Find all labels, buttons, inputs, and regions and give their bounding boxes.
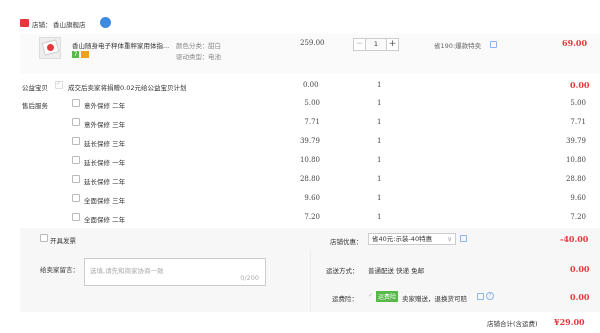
message-label: 给卖家留言： (40, 266, 79, 274)
service-item-checkbox[interactable] (72, 175, 80, 183)
service-item-price: 7.20 (304, 213, 320, 221)
service-item-name: 全面保修 二年 (84, 216, 126, 224)
service-item-checkbox[interactable] (72, 194, 80, 202)
charity-subtotal: 0.00 (570, 80, 590, 90)
service-item-subtotal: 7.20 (570, 213, 586, 221)
discount-amount: -40.00 (560, 234, 589, 244)
service-item-qty: 1 (377, 137, 382, 145)
service-item-subtotal: 39.79 (565, 137, 586, 145)
service-item-subtotal: 28.80 (565, 175, 586, 183)
shipping-amount: 0.00 (570, 264, 590, 274)
product-price: 259.00 (300, 39, 325, 47)
service-item-qty: 1 (377, 175, 382, 183)
service-item-subtotal: 7.71 (570, 118, 586, 126)
message-placeholder: 选填,请先和商家协商一致 (90, 267, 164, 275)
attr2-value: 电池 (208, 53, 221, 61)
product-thumbnail[interactable] (39, 37, 61, 59)
shipping-label: 运送方式： (326, 267, 359, 275)
wangwang-chat-icon[interactable] (100, 17, 111, 28)
promo-text: 省190:爆款特卖 (434, 42, 482, 50)
attr1-label: 颜色分类： (176, 42, 209, 50)
message-counter: 0/200 (240, 274, 259, 282)
invoice-checkbox[interactable] (40, 234, 48, 242)
charity-qty: 1 (377, 81, 382, 89)
invoice-band (20, 228, 600, 250)
seven-day-return-icon: 7 (72, 51, 79, 58)
service-item-qty: 1 (377, 194, 382, 202)
service-item-price: 9.60 (304, 194, 320, 202)
charity-label: 公益宝贝 (22, 84, 48, 92)
service-item-checkbox[interactable] (72, 137, 80, 145)
store-icon (20, 19, 29, 27)
quantity-increase-button[interactable]: + (386, 38, 399, 51)
service-item-name: 延长保修 一年 (84, 159, 126, 167)
shipping-value: 普通配送 快递 免邮 (368, 267, 425, 275)
service-item-price: 39.79 (299, 137, 320, 145)
service-item-price: 10.80 (299, 156, 320, 164)
attr2-label: 驱动类型： (176, 53, 209, 61)
service-item-qty: 1 (377, 118, 382, 126)
store-name[interactable]: 香山旗舰店 (53, 19, 86, 29)
promo-info-icon[interactable] (490, 41, 497, 48)
insurance-checkmark-icon: ✓ (368, 292, 374, 299)
insurance-info-icon[interactable] (477, 293, 484, 300)
service-item-name: 延长保修 三年 (84, 140, 126, 148)
discount-select-value: 省40元:示装-40特惠 (372, 235, 433, 243)
service-label: 售后服务 (22, 102, 48, 110)
service-item-qty: 1 (377, 99, 382, 107)
service-item-price: 7.71 (304, 118, 320, 126)
insurance-label: 运费险： (332, 295, 358, 303)
service-item-checkbox[interactable] (72, 99, 80, 107)
service-item-qty: 1 (377, 213, 382, 221)
charity-price: 0.00 (303, 81, 319, 89)
insurance-amount: 0.00 (570, 292, 590, 302)
service-item-checkbox[interactable] (72, 156, 80, 164)
service-item-price: 5.00 (304, 99, 320, 107)
service-item-name: 意外保修 二年 (84, 102, 126, 110)
help-icon[interactable]: ? (486, 292, 494, 300)
discount-select[interactable]: 省40元:示装-40特惠 ∨ (368, 233, 456, 245)
quantity-decrease-button[interactable]: − (353, 38, 366, 51)
service-item-name: 延长保修 二年 (84, 178, 126, 186)
invoice-label: 开具发票 (50, 237, 76, 245)
store-label: 店铺： (32, 21, 52, 29)
service-item-qty: 1 (377, 156, 382, 164)
insurance-badge: 运费险 (376, 291, 399, 302)
service-item-price: 28.80 (299, 175, 320, 183)
service-item-checkbox[interactable] (72, 118, 80, 126)
total-label: 店铺合计(含运费) (487, 320, 538, 328)
band-divider (310, 250, 311, 312)
discount-info-icon[interactable] (460, 235, 467, 242)
charity-checkmark-icon: ✓ (56, 80, 62, 87)
chevron-down-icon: ∨ (447, 235, 452, 243)
insurance-text: 卖家赠送，退换货可赔 (402, 295, 467, 303)
product-subtotal: 69.00 (562, 38, 588, 48)
product-name[interactable]: 香山随身电子秤体重秤家用体指... (72, 40, 169, 50)
quantity-input[interactable]: 1 (366, 38, 386, 51)
service-item-name: 意外保修 三年 (84, 121, 126, 129)
credit-card-icon (81, 51, 89, 58)
service-item-subtotal: 10.80 (565, 156, 586, 164)
service-item-checkbox[interactable] (72, 213, 80, 221)
service-item-subtotal: 9.60 (570, 194, 586, 202)
service-item-name: 全面保修 三年 (84, 197, 126, 205)
total-value: ¥29.00 (554, 317, 585, 327)
charity-text: 成交后卖家将捐赠0.02元给公益宝贝计划 (68, 84, 187, 92)
service-item-subtotal: 5.00 (570, 99, 586, 107)
attr1-value: 甜白 (208, 42, 221, 50)
message-textarea[interactable]: 选填,请先和商家协商一致 0/200 (84, 258, 266, 286)
discount-label: 店铺优惠： (330, 238, 363, 246)
